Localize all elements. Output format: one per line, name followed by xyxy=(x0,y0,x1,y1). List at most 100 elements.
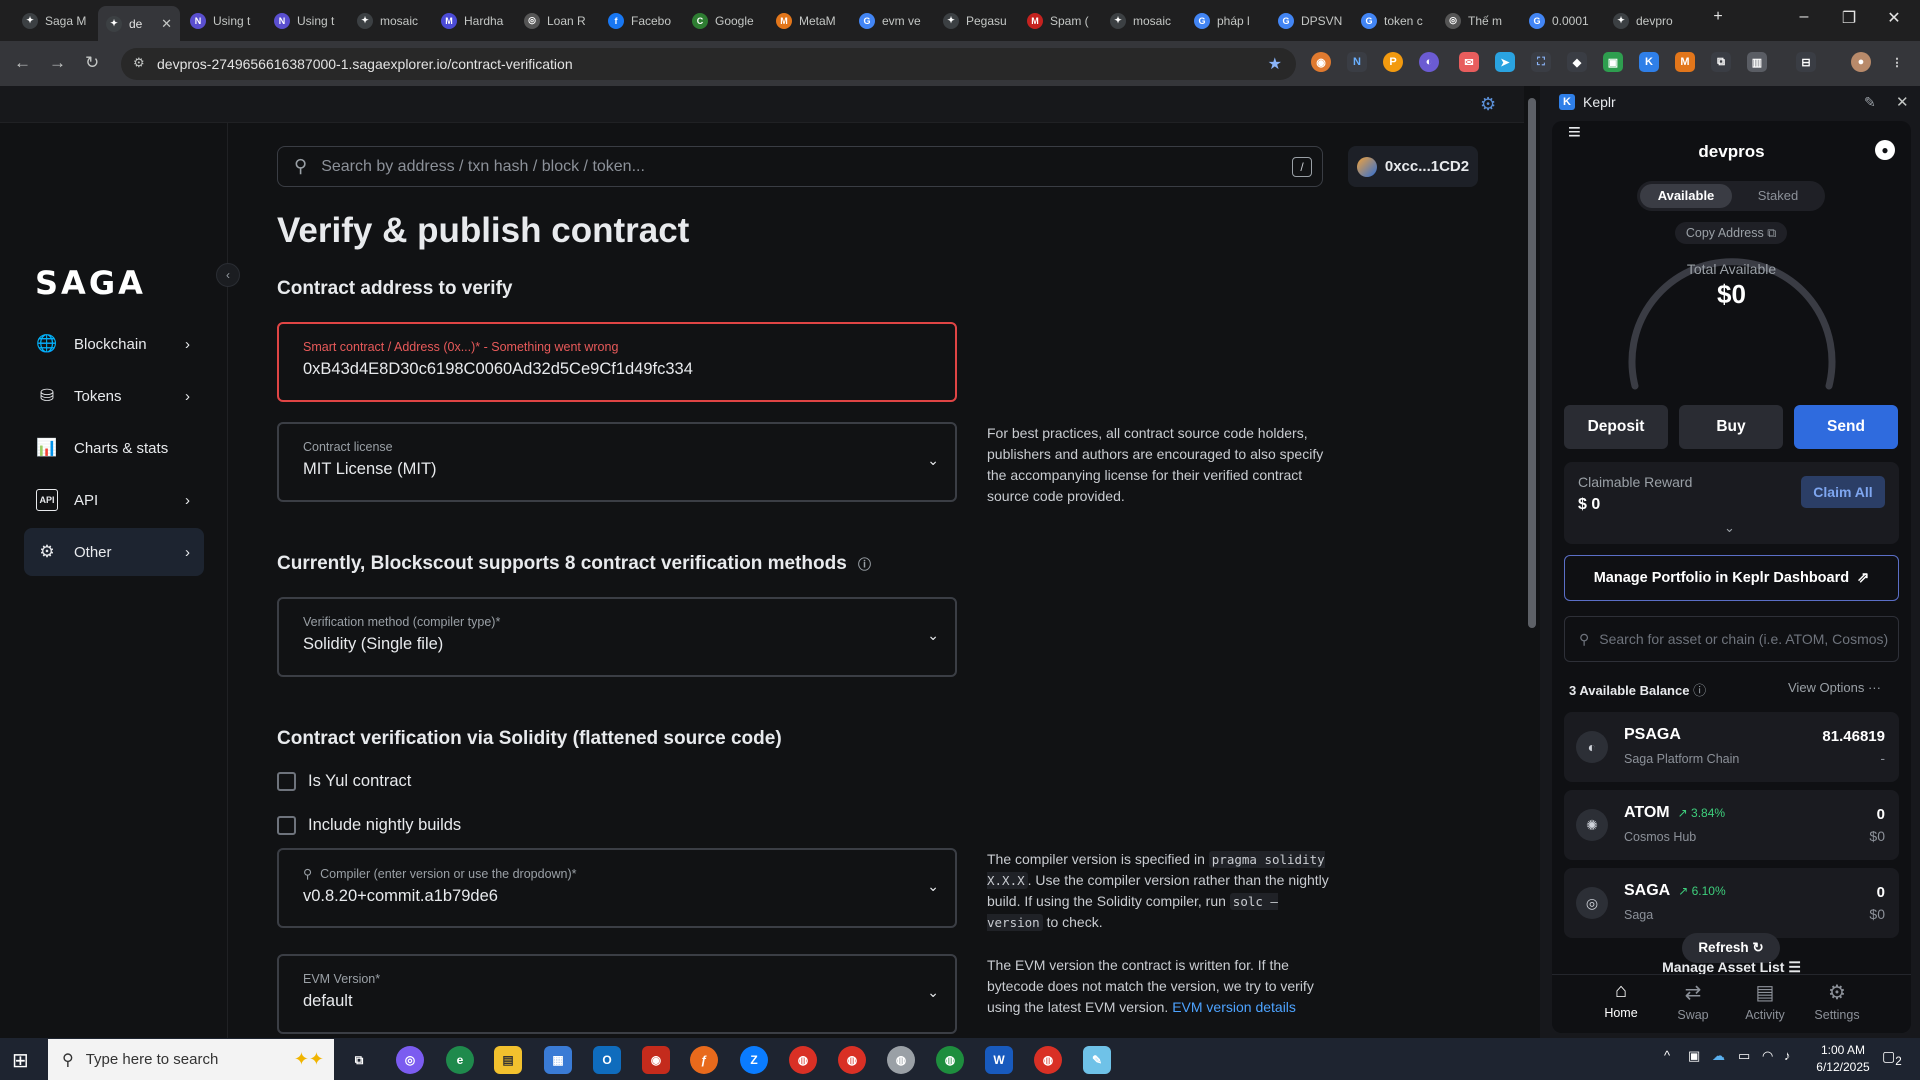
browser-tab[interactable]: ✦ Pegasu xyxy=(935,6,1017,35)
extension-icon[interactable]: P xyxy=(1383,52,1403,72)
keplr-extension-icon[interactable]: K xyxy=(1639,52,1659,72)
explorer-search-input[interactable]: ⚲ Search by address / txn hash / block /… xyxy=(277,146,1323,187)
app-icon[interactable]: ◉ xyxy=(642,1046,670,1074)
task-view-icon[interactable]: ⧉ xyxy=(345,1046,373,1074)
checkbox-box[interactable] xyxy=(277,772,296,791)
browser-tab[interactable]: ✦ mosaic xyxy=(1102,6,1184,35)
side-panel-icon[interactable]: ▥ xyxy=(1747,52,1767,72)
browser-tab[interactable]: ✦ de ✕ xyxy=(98,6,180,41)
evm-version-select[interactable]: EVM Version* default ⌄ xyxy=(277,954,957,1034)
browser-tab[interactable]: C Google xyxy=(684,6,766,35)
browser-tab[interactable]: G 0.0001 xyxy=(1521,6,1603,35)
browser-tab[interactable]: M Hardha xyxy=(433,6,515,35)
menu-icon[interactable]: ⋮ xyxy=(1887,52,1907,72)
settings-gear-icon[interactable]: ⚙ xyxy=(1480,94,1496,115)
account-icon[interactable]: ● xyxy=(1875,140,1895,160)
chrome-icon[interactable]: ◍ xyxy=(789,1046,817,1074)
bookmark-star-icon[interactable]: ★ xyxy=(1268,54,1282,74)
chrome-icon[interactable]: ◍ xyxy=(887,1046,915,1074)
asset-row[interactable]: ◎ SAGA ↗ 6.10% Saga 0 $0 xyxy=(1564,868,1899,938)
store-icon[interactable]: ▦ xyxy=(544,1046,572,1074)
manage-portfolio-button[interactable]: Manage Portfolio in Keplr Dashboard ⇗ xyxy=(1564,555,1899,601)
view-options-button[interactable]: View Options ··· xyxy=(1788,680,1881,695)
deposit-button[interactable]: Deposit xyxy=(1564,405,1668,449)
browser-tab[interactable]: N Using t xyxy=(182,6,264,35)
extensions-icon[interactable]: ⧉ xyxy=(1711,52,1731,72)
nightly-checkbox[interactable]: Include nightly builds xyxy=(277,816,461,835)
sidebar-item-other[interactable]: ⚙ Other › xyxy=(24,528,204,576)
browser-tab[interactable]: G DPSVN xyxy=(1270,6,1352,35)
site-info-icon[interactable]: ⚙ xyxy=(133,55,145,71)
reload-icon[interactable]: ↻ xyxy=(85,53,99,73)
chevron-down-icon[interactable]: ⌄ xyxy=(1724,520,1735,536)
metamask-icon[interactable]: M xyxy=(1675,52,1695,72)
taskbar-search-input[interactable]: ⚲ Type here to search ✦✦ xyxy=(48,1039,334,1080)
contract-address-field[interactable]: Smart contract / Address (0x...)* - Some… xyxy=(277,322,957,402)
close-tab-icon[interactable]: ✕ xyxy=(161,16,172,32)
close-window-icon[interactable]: ✕ xyxy=(1874,8,1914,28)
collapse-sidebar-button[interactable]: ‹ xyxy=(216,263,240,287)
browser-tab[interactable]: ◎ Loan R xyxy=(516,6,598,35)
compiler-select[interactable]: ⚲ Compiler (enter version or use the drop… xyxy=(277,848,957,928)
extension-icon[interactable]: N xyxy=(1347,52,1367,72)
browser-tab[interactable]: ✦ Saga M xyxy=(14,6,96,35)
new-tab-button[interactable]: + xyxy=(1698,8,1738,26)
send-button[interactable]: Send xyxy=(1794,405,1898,449)
browser-tab[interactable]: M MetaM xyxy=(768,6,850,35)
file-explorer-icon[interactable]: ▤ xyxy=(494,1046,522,1074)
keplr-nav-home[interactable]: ⌂ Home xyxy=(1586,980,1656,1020)
connected-wallet-button[interactable]: 0xcc...1CD2 xyxy=(1348,146,1478,187)
info-icon[interactable]: ⓘ xyxy=(858,557,871,572)
address-bar[interactable]: ⚙ devpros-2749656616387000-1.sagaexplore… xyxy=(121,48,1296,80)
browser-tab[interactable]: f Facebo xyxy=(600,6,682,35)
scrollbar-thumb[interactable] xyxy=(1528,98,1536,628)
restore-icon[interactable]: ❐ xyxy=(1829,8,1869,28)
checkbox-box[interactable] xyxy=(277,816,296,835)
extension-icon[interactable]: ◆ xyxy=(1567,52,1587,72)
close-panel-icon[interactable]: ✕ xyxy=(1896,93,1909,111)
wifi-icon[interactable]: ◠ xyxy=(1762,1048,1773,1064)
browser-tab[interactable]: M Spam ( xyxy=(1019,6,1101,35)
chrome-icon[interactable]: ◍ xyxy=(1034,1046,1062,1074)
extension-icon[interactable]: ✉ xyxy=(1459,52,1479,72)
verification-method-select[interactable]: Verification method (compiler type)* Sol… xyxy=(277,597,957,677)
edge-icon[interactable]: e xyxy=(446,1046,474,1074)
windows-start-icon[interactable]: ⊞ xyxy=(12,1048,29,1073)
evm-version-link[interactable]: EVM version details xyxy=(1172,999,1296,1015)
forward-icon[interactable]: → xyxy=(49,53,66,73)
license-select[interactable]: Contract license MIT License (MIT) ⌄ xyxy=(277,422,957,502)
keplr-nav-swap[interactable]: ⇄ Swap xyxy=(1658,980,1728,1022)
browser-tab[interactable]: ◎ Thế m xyxy=(1437,6,1519,35)
chrome-icon[interactable]: ◍ xyxy=(838,1046,866,1074)
chrome-icon[interactable]: ◍ xyxy=(936,1046,964,1074)
browser-tab[interactable]: Gtoken c xyxy=(1353,6,1435,35)
extension-icon[interactable]: ◐ xyxy=(1419,52,1439,72)
onedrive-icon[interactable]: ☁ xyxy=(1712,1048,1725,1064)
telegram-icon[interactable]: ➤ xyxy=(1495,52,1515,72)
battery-icon[interactable]: ▭ xyxy=(1738,1048,1750,1064)
tab-available[interactable]: Available xyxy=(1640,184,1732,208)
extension-icon[interactable]: ◉ xyxy=(1311,52,1331,72)
asset-row[interactable]: ◐ PSAGA Saga Platform Chain 81.46819 - xyxy=(1564,712,1899,782)
clock[interactable]: 1:00 AM 6/12/2025 xyxy=(1806,1042,1880,1076)
chevron-up-icon[interactable]: ^ xyxy=(1664,1048,1670,1063)
browser-tab[interactable]: N Using t xyxy=(266,6,348,35)
browser-tab[interactable]: Gpháp l xyxy=(1186,6,1268,35)
pin-icon[interactable]: ✎ xyxy=(1864,94,1876,111)
tab-search-icon[interactable]: ⊟ xyxy=(1796,52,1816,72)
notepad-icon[interactable]: ✎ xyxy=(1083,1046,1111,1074)
extension-icon[interactable]: ▣ xyxy=(1603,52,1623,72)
browser-tab[interactable]: ✦ devpro xyxy=(1605,6,1687,35)
tray-icon[interactable]: ▣ xyxy=(1688,1048,1700,1064)
browser-tab[interactable]: Gevm ve xyxy=(851,6,933,35)
profile-avatar[interactable]: ● xyxy=(1851,52,1871,72)
sidebar-item-tokens[interactable]: ⛁ Tokens › xyxy=(24,372,204,420)
tab-staked[interactable]: Staked xyxy=(1733,184,1823,208)
buy-button[interactable]: Buy xyxy=(1679,405,1783,449)
asset-row[interactable]: ✺ ATOM ↗ 3.84% Cosmos Hub 0 $0 xyxy=(1564,790,1899,860)
back-icon[interactable]: ← xyxy=(14,53,31,73)
extension-icon[interactable]: ⛶ xyxy=(1531,52,1551,72)
outlook-icon[interactable]: O xyxy=(593,1046,621,1074)
copilot-icon[interactable]: ◎ xyxy=(396,1046,424,1074)
keplr-nav-settings[interactable]: ⚙ Settings xyxy=(1802,980,1872,1022)
